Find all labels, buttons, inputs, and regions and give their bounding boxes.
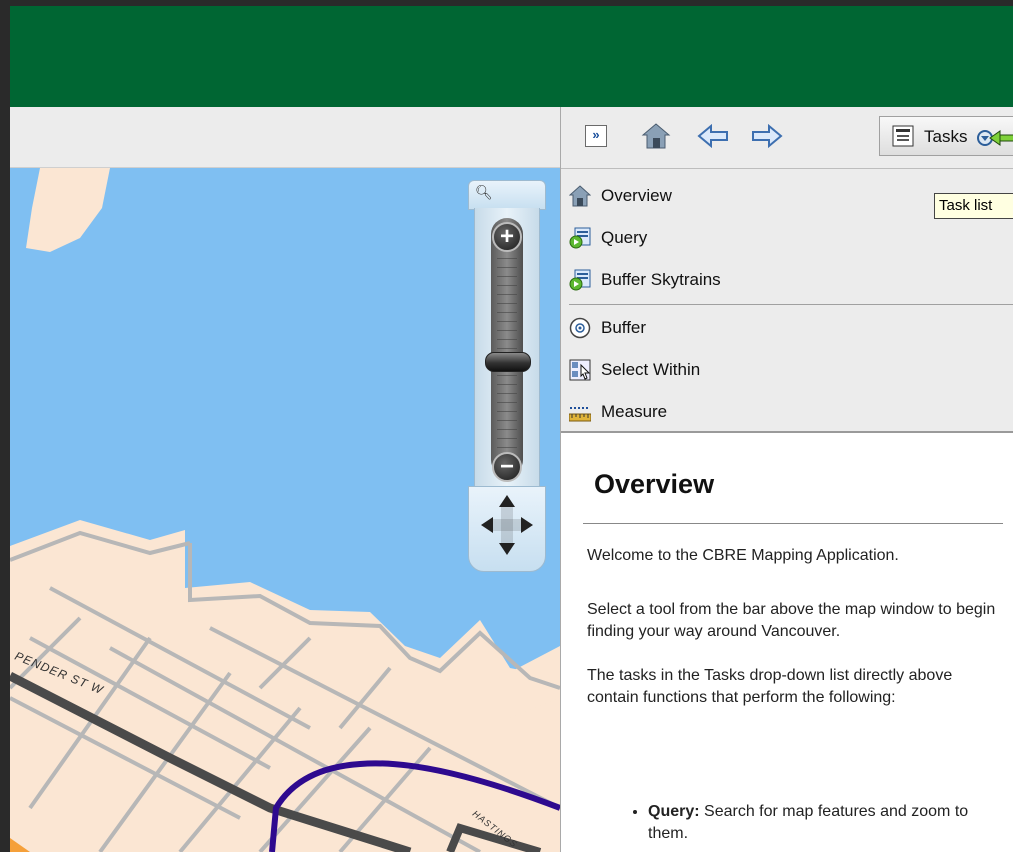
query-icon [569, 227, 591, 249]
bullet-term: Query: [648, 803, 700, 820]
map-view[interactable]: PENDER ST W HASTINGS 🔍︎ + − [10, 168, 560, 852]
forward-button[interactable] [751, 123, 783, 149]
home-icon [569, 185, 591, 207]
zoom-magnifier: 🔍︎ [468, 180, 546, 210]
arrow-left-icon [697, 123, 728, 149]
buffer-icon [569, 317, 591, 339]
menu-item-buffer[interactable]: Buffer [569, 309, 999, 345]
panel-toolbar: » Tasks [561, 107, 1013, 169]
menu-item-select-within[interactable]: Select Within [569, 351, 999, 387]
zoom-slider-thumb[interactable] [485, 352, 531, 372]
zoom-track: + − [474, 208, 540, 486]
welcome-text: Welcome to the CBRE Mapping Application. [587, 547, 899, 564]
overview-content: Overview Welcome to the CBRE Mapping App… [561, 433, 1013, 852]
task-list-icon [892, 125, 914, 147]
home-icon [641, 123, 671, 149]
menu-item-label: Overview [601, 186, 672, 205]
pan-arrows-icon [481, 495, 533, 555]
map-toolbar [10, 107, 560, 168]
ruler-icon [569, 407, 591, 422]
title-divider [583, 523, 1003, 524]
zoom-out-button[interactable]: − [492, 452, 522, 482]
island-shape [26, 168, 110, 252]
zoom-in-button[interactable]: + [492, 222, 522, 252]
app-window: PENDER ST W HASTINGS 🔍︎ + − » Tasks Task… [10, 6, 1013, 852]
chevron-down-icon [977, 130, 1013, 146]
menu-item-buffer-skytrains[interactable]: Buffer Skytrains [569, 261, 999, 297]
menu-item-query[interactable]: Query [569, 219, 999, 255]
task-panel: » Tasks Task list Overview Query Buffer … [560, 107, 1013, 852]
header-banner [10, 6, 1013, 107]
home-button[interactable] [641, 122, 671, 150]
content-title: Overview [594, 469, 715, 499]
tasks-dropdown-button[interactable]: Tasks [879, 116, 1013, 156]
query-icon [569, 269, 591, 291]
menu-item-label: Buffer Skytrains [601, 270, 721, 289]
intro-paragraph: Select a tool from the bar above the map… [587, 601, 996, 640]
menu-item-label: Select Within [601, 360, 701, 379]
tasks-label: Tasks [924, 127, 968, 146]
feature-list: Query: Search for map features and zoom … [626, 801, 998, 845]
select-within-icon [569, 359, 591, 381]
menu-item-label: Buffer [601, 318, 647, 337]
list-item: Query: Search for map features and zoom … [648, 801, 998, 845]
arrow-right-icon [752, 123, 783, 149]
tasks-paragraph: The tasks in the Tasks drop-down list di… [587, 667, 953, 706]
menu-item-measure[interactable]: Measure [569, 393, 999, 429]
task-list-tooltip: Task list [934, 193, 1013, 219]
zoom-control[interactable]: 🔍︎ + − [466, 180, 548, 572]
search-icon: 🔍︎ [475, 184, 493, 200]
menu-item-label: Query [601, 228, 648, 247]
back-button[interactable] [697, 123, 729, 149]
pan-control[interactable] [468, 486, 546, 572]
menu-item-label: Measure [601, 402, 668, 421]
expand-panel-button[interactable]: » [585, 125, 607, 147]
menu-separator [569, 304, 1013, 305]
